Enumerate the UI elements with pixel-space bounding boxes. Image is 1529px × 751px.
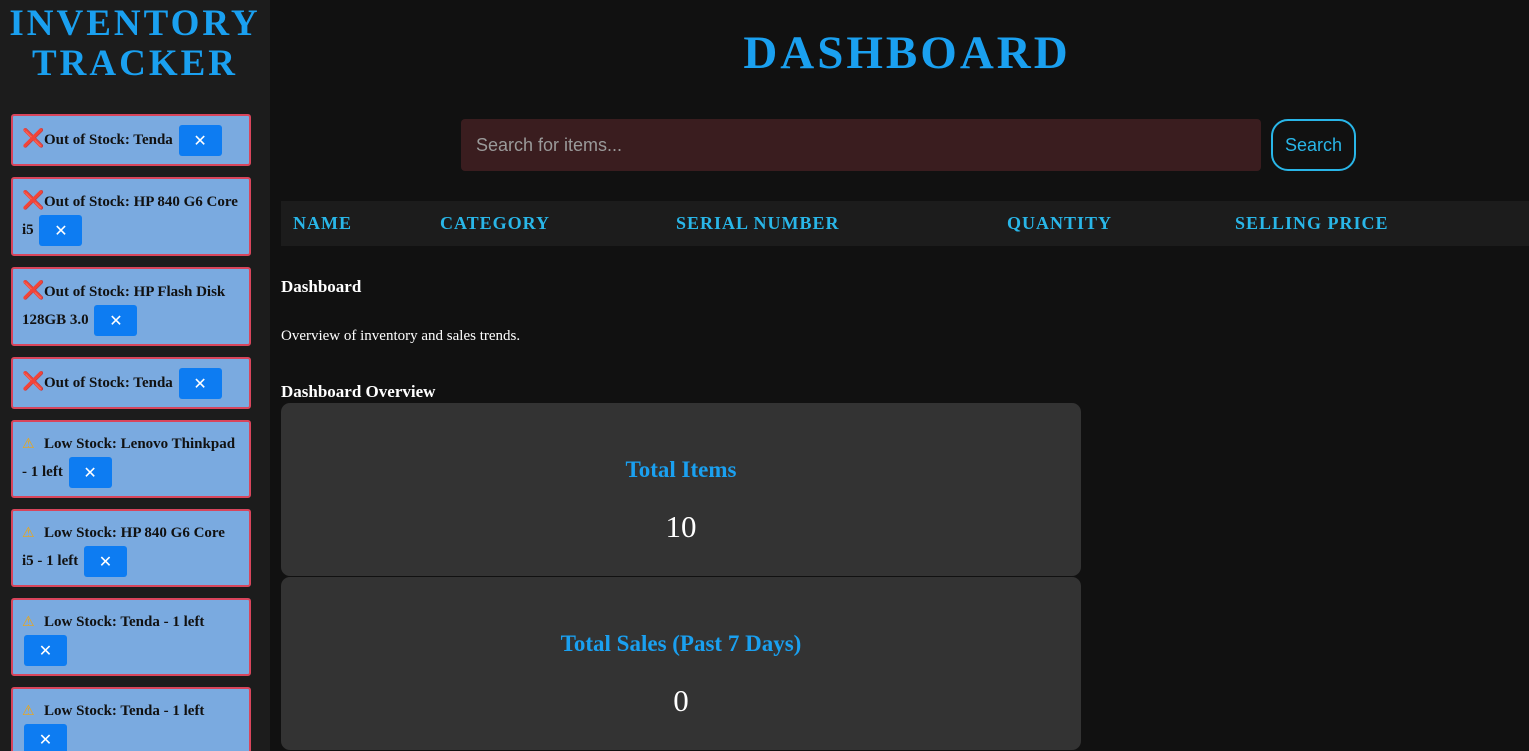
- stock-alert: ⚠ Low Stock: HP 840 G6 Core i5 - 1 left ✕: [11, 509, 251, 587]
- table-header: NAME CATEGORY SERIAL NUMBER QUANTITY SEL…: [281, 201, 1529, 246]
- column-header-name: NAME: [293, 213, 352, 233]
- dismiss-alert-button[interactable]: ✕: [178, 368, 222, 399]
- warning-icon: ⚠: [22, 525, 35, 541]
- section-description: Overview of inventory and sales trends.: [281, 328, 521, 344]
- card-label: Total Items: [625, 457, 737, 482]
- column-header-quantity: QUANTITY: [1007, 213, 1113, 233]
- search-input[interactable]: [461, 119, 1261, 171]
- search-button[interactable]: Search: [1271, 119, 1356, 171]
- main-content: DASHBOARD Search NAME CATEGORY SERIAL NU…: [281, 0, 1529, 751]
- column-header-serial-number: SERIAL NUMBER: [676, 213, 840, 233]
- alert-text: Low Stock: Lenovo Thinkpad - 1 left: [22, 436, 236, 480]
- column-header-selling-price: SELLING PRICE: [1235, 213, 1389, 233]
- page-title: DASHBOARD: [743, 27, 1071, 79]
- dismiss-alert-button[interactable]: ✕: [68, 457, 112, 488]
- column-header-category: CATEGORY: [440, 213, 551, 233]
- stock-alert: ❌Out of Stock: Tenda ✕: [11, 357, 251, 409]
- alert-text: Out of Stock: Tenda: [44, 131, 173, 148]
- dismiss-alert-button[interactable]: ✕: [24, 724, 67, 751]
- overview-title: Dashboard Overview: [281, 382, 436, 401]
- dismiss-alert-button[interactable]: ✕: [24, 635, 67, 666]
- dismiss-alert-button[interactable]: ✕: [83, 546, 127, 577]
- alert-text: Low Stock: Tenda - 1 left: [44, 614, 205, 630]
- card-label: Total Sales (Past 7 Days): [560, 631, 802, 656]
- warning-icon: ⚠: [22, 614, 35, 630]
- stock-alert: ❌Out of Stock: HP 840 G6 Core i5 ✕: [11, 177, 251, 256]
- card-value: 10: [665, 509, 697, 544]
- section-title: Dashboard: [281, 277, 362, 296]
- dismiss-alert-button[interactable]: ✕: [94, 305, 138, 336]
- sidebar: INVENTORY TRACKER ❌Out of Stock: Tenda ✕…: [0, 0, 270, 751]
- cross-icon: ❌: [22, 280, 45, 301]
- app-title: INVENTORY TRACKER: [0, 0, 270, 84]
- alert-text: Out of Stock: Tenda: [44, 374, 173, 391]
- cross-icon: ❌: [22, 370, 45, 392]
- stock-alerts: ❌Out of Stock: Tenda ✕ ❌Out of Stock: HP…: [11, 114, 251, 751]
- stock-alert: ⚠ Low Stock: Lenovo Thinkpad - 1 left ✕: [11, 420, 251, 498]
- stock-alert: ❌Out of Stock: Tenda ✕: [11, 114, 251, 166]
- total-sales-card: Total Sales (Past 7 Days) 0: [281, 577, 1081, 750]
- app-title-line1: INVENTORY: [9, 3, 261, 44]
- total-items-card: Total Items 10: [281, 403, 1081, 576]
- cross-icon: ❌: [22, 190, 45, 211]
- card-value: 0: [673, 683, 689, 718]
- stock-alert: ⚠ Low Stock: Tenda - 1 left ✕: [11, 598, 251, 676]
- alert-text: Low Stock: Tenda - 1 left: [44, 703, 205, 719]
- stock-alert: ❌Out of Stock: HP Flash Disk 128GB 3.0 ✕: [11, 267, 251, 346]
- cross-icon: ❌: [22, 127, 45, 149]
- dismiss-alert-button[interactable]: ✕: [178, 125, 222, 156]
- warning-icon: ⚠: [22, 703, 35, 719]
- app-title-line2: TRACKER: [31, 43, 239, 84]
- warning-icon: ⚠: [22, 436, 35, 452]
- stock-alert: ⚠ Low Stock: Tenda - 1 left ✕: [11, 687, 251, 751]
- dismiss-alert-button[interactable]: ✕: [39, 215, 83, 246]
